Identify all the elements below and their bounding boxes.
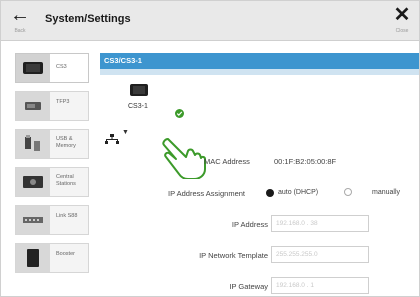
mac-address-value: 00:1F:B2:05:00:8F (274, 157, 337, 166)
sidebar-item-label: TFP3 (56, 99, 70, 105)
device-name: CS3-1 (128, 103, 148, 110)
link-s88-icon (16, 206, 50, 234)
radio-manually[interactable] (344, 188, 352, 196)
sidebar-item-usb-memory[interactable]: USB & Memory (15, 129, 89, 159)
cs3-device-icon[interactable] (129, 83, 149, 102)
sidebar-item-cs3[interactable]: CS3 (15, 53, 89, 83)
radio-auto-dhcp-label: auto (DHCP) (278, 189, 319, 196)
selected-device-title: CS3/CS3-1 (104, 56, 142, 65)
chevron-down-icon[interactable]: ▼ (122, 129, 129, 136)
selected-device-subbar (100, 69, 419, 75)
pointing-hand-icon (162, 135, 206, 184)
mac-address-label: MAC Address (204, 157, 250, 166)
ip-address-field[interactable]: 192.168.0 . 38 (271, 215, 369, 232)
sidebar-item-label: Booster (56, 251, 75, 257)
radio-manually-label: manually (372, 189, 401, 196)
usb-memory-icon (16, 130, 50, 158)
sidebar-item-label: Central Stations (56, 174, 76, 187)
ip-assignment-label: IP Address Assignment (168, 189, 245, 198)
connected-check-icon (175, 105, 184, 123)
device-settings-panel: CS3/CS3-1 CS3-1 ▼ MAC Address 00:1F:B2:0… (100, 53, 419, 296)
radio-auto-dhcp[interactable] (266, 189, 274, 197)
title-bar: ← Back System/Settings ✕ Close (1, 1, 419, 41)
sidebar-item-central-stations[interactable]: Central Stations (15, 167, 89, 197)
sidebar-item-booster[interactable]: Booster (15, 243, 89, 273)
ip-gateway-field[interactable]: 192.168.0 . 1 (271, 277, 369, 294)
sidebar-item-label: Link S88 (56, 213, 78, 219)
ip-network-template-label: IP Network Template (199, 251, 268, 260)
tfp3-device-icon (16, 92, 50, 120)
booster-icon (16, 244, 50, 272)
sidebar-item-label: CS3 (56, 64, 67, 70)
close-button[interactable]: ✕ Close (389, 5, 415, 39)
ip-gateway-label: IP Gateway (229, 282, 268, 291)
back-button[interactable]: ← Back (7, 5, 33, 39)
back-caption: Back (14, 28, 26, 34)
close-icon: ✕ (393, 4, 411, 26)
close-caption: Close (395, 28, 409, 34)
sidebar-item-label: USB & Memory (56, 136, 76, 149)
sidebar: CS3 TFP3 USB & Memory Central Stations L… (15, 53, 89, 296)
page-title: System/Settings (45, 13, 131, 25)
sidebar-item-link-s88[interactable]: Link S88 (15, 205, 89, 235)
selected-device-bar[interactable]: CS3/CS3-1 (100, 53, 419, 69)
central-station-icon (16, 168, 50, 196)
ip-address-label: IP Address (231, 220, 268, 229)
settings-window: ← Back System/Settings ✕ Close CS3 TFP3 … (0, 0, 420, 297)
back-arrow-icon: ← (10, 4, 30, 26)
sidebar-item-tfp3[interactable]: TFP3 (15, 91, 89, 121)
ip-network-template-field[interactable]: 255.255.255.0 (271, 246, 369, 263)
network-icon[interactable] (105, 131, 119, 149)
cs3-device-icon (16, 54, 50, 82)
